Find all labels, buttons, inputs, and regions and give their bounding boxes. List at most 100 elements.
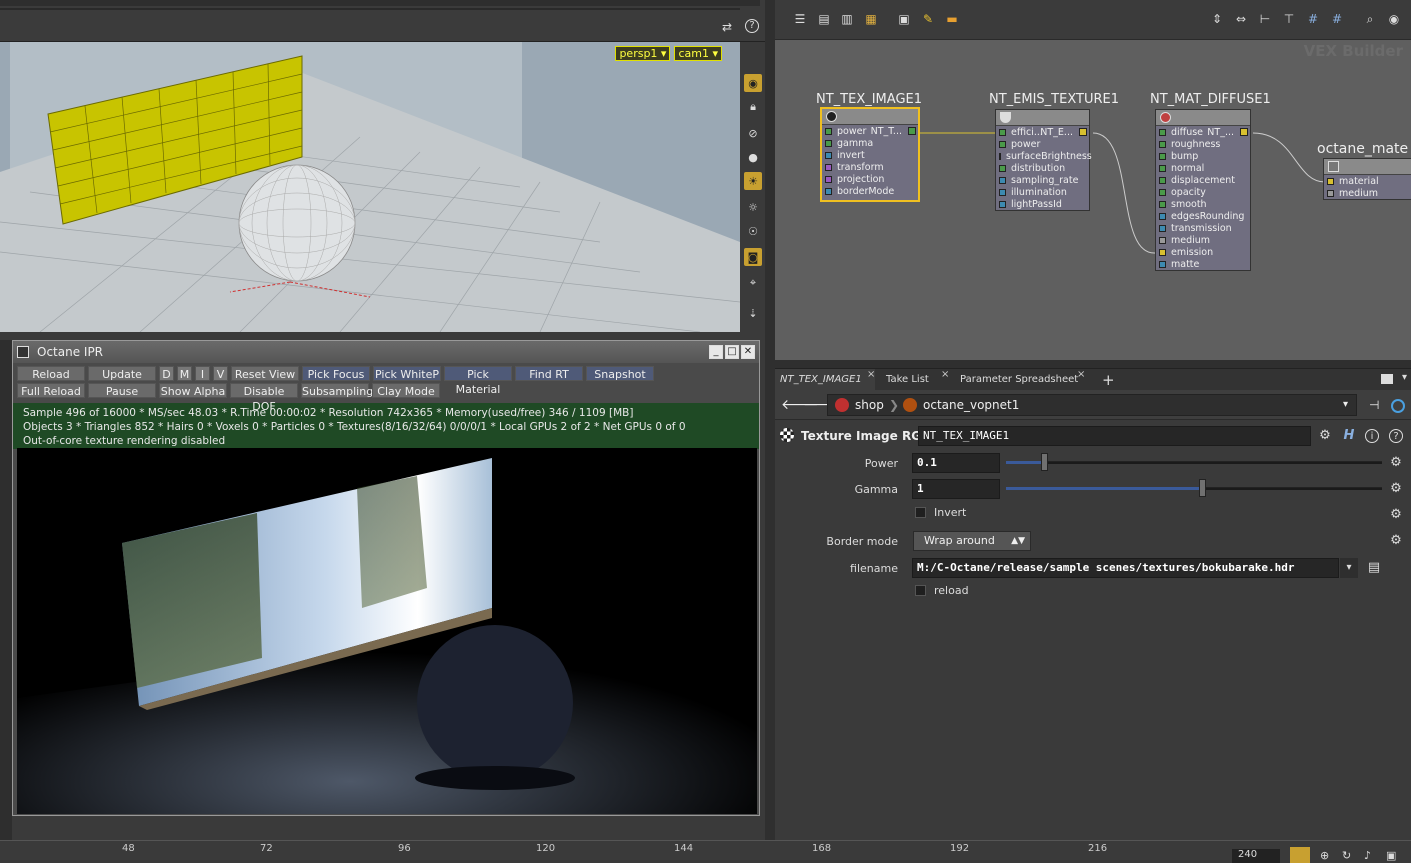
node-port[interactable]: emission	[1156, 246, 1250, 258]
update-button[interactable]: Update	[88, 366, 156, 381]
node-port[interactable]: illumination	[996, 186, 1089, 198]
help-icon[interactable]: ?	[745, 19, 759, 33]
end-frame-field[interactable]: 240	[1232, 849, 1280, 863]
reload-button[interactable]: Reload	[17, 366, 85, 381]
realtime-icon[interactable]: ⊕	[1320, 849, 1329, 862]
node-port[interactable]: lightPassId	[996, 198, 1089, 210]
sticky-note-icon[interactable]: ✎	[921, 12, 935, 26]
node-port[interactable]: projection	[822, 173, 918, 185]
clay-mode-button[interactable]: Clay Mode	[372, 383, 440, 398]
lighting-icon[interactable]: ☉	[744, 222, 762, 240]
loop-icon[interactable]: ↻	[1342, 849, 1351, 862]
link-icon[interactable]	[1391, 399, 1405, 413]
node-octane-material[interactable]: material medium	[1323, 158, 1411, 200]
node-port[interactable]: roughness	[1156, 138, 1250, 150]
tab-parameter-spreadsheet[interactable]: Parameter Spreadsheet	[955, 369, 1085, 391]
gamma-slider-knob[interactable]	[1199, 479, 1206, 497]
ipr-titlebar[interactable]: Octane IPR _ □ ✕	[13, 341, 759, 363]
pause-button[interactable]: Pause	[88, 383, 156, 398]
pin-pane-icon[interactable]: ⊣	[1369, 395, 1379, 415]
grid-icon[interactable]: #	[1306, 12, 1320, 26]
reload-checkbox[interactable]	[915, 585, 926, 596]
node-port[interactable]: borderMode	[822, 185, 918, 197]
headlight-icon[interactable]: ☼	[744, 198, 762, 216]
power-slider-knob[interactable]	[1041, 453, 1048, 471]
filename-dropdown-icon[interactable]: ▾	[1340, 558, 1358, 578]
visibility-icon[interactable]: ◉	[744, 74, 762, 92]
pane-dropdown-icon[interactable]: ▾	[1402, 372, 1407, 383]
node-port[interactable]: material	[1324, 175, 1411, 187]
scene-viewport[interactable]: persp1 ▾ cam1 ▾	[0, 42, 740, 332]
settings-icon[interactable]: ▣	[1386, 849, 1396, 862]
pick-material-button[interactable]: Pick Material	[444, 366, 512, 396]
close-tab-icon[interactable]: ×	[1077, 369, 1085, 380]
key-icon[interactable]	[1290, 847, 1310, 863]
node-port[interactable]: transform	[822, 161, 918, 173]
output-pin[interactable]	[1079, 128, 1087, 136]
close-button[interactable]: ✕	[741, 345, 755, 359]
layout-horizontal-icon[interactable]: ⇔	[1234, 12, 1248, 26]
add-tab-icon[interactable]: +	[1097, 369, 1115, 391]
shading-icon[interactable]: ●	[744, 148, 762, 166]
lock-icon[interactable]: 🔒︎	[744, 98, 762, 116]
pin-icon[interactable]: ⊘	[744, 124, 762, 142]
snapshot-button[interactable]: Snapshot	[586, 366, 654, 381]
node-mat-diffuse[interactable]: diffuse NT_... roughness bump normal disp…	[1155, 109, 1251, 271]
display-options-icon[interactable]: ⇄	[722, 20, 732, 34]
v-button[interactable]: V	[213, 366, 228, 381]
node-port[interactable]: medium	[1324, 187, 1411, 199]
gear-icon[interactable]: ⚙	[1318, 429, 1332, 443]
node-port[interactable]: invert	[822, 149, 918, 161]
node-port[interactable]: matte	[1156, 258, 1250, 270]
details-view-icon[interactable]: ▥	[840, 12, 854, 26]
node-port[interactable]: effici... NT_E...	[996, 126, 1089, 138]
info-icon[interactable]: i	[1365, 429, 1379, 443]
view-icon[interactable]: ◉	[1387, 12, 1401, 26]
subnet-icon[interactable]: ▬	[945, 12, 959, 26]
align-top-icon[interactable]: ⊤	[1282, 12, 1296, 26]
node-port[interactable]: normal	[1156, 162, 1250, 174]
output-pin[interactable]	[908, 127, 916, 135]
power-slider-track[interactable]	[1006, 461, 1382, 464]
cam-menu[interactable]: cam1 ▾	[674, 46, 722, 61]
help-script-icon[interactable]: H	[1342, 429, 1356, 443]
camera-icon[interactable]: ◙	[744, 248, 762, 266]
show-alpha-button[interactable]: Show Alpha	[159, 383, 227, 398]
maximize-button[interactable]: □	[725, 345, 739, 359]
gear-icon[interactable]: ⚙	[1389, 482, 1403, 496]
node-port[interactable]: bump	[1156, 150, 1250, 162]
border-mode-select[interactable]: Wrap around ▲▼	[913, 531, 1031, 551]
full-reload-button[interactable]: Full Reload	[17, 383, 85, 398]
invert-checkbox[interactable]	[915, 507, 926, 518]
node-port[interactable]: power NT_T...	[822, 125, 918, 137]
node-port[interactable]: opacity	[1156, 186, 1250, 198]
more-icon[interactable]: ⇣	[744, 304, 762, 322]
snap-grid-icon[interactable]: #	[1330, 12, 1344, 26]
node-port[interactable]: power	[996, 138, 1089, 150]
node-tex-image[interactable]: power NT_T... gamma invert transform proj…	[820, 107, 920, 202]
node-name-field[interactable]: NT_TEX_IMAGE1	[918, 426, 1311, 446]
node-port[interactable]: diffuse NT_...	[1156, 126, 1250, 138]
persp-menu[interactable]: persp1 ▾	[615, 46, 671, 61]
pick-whitepoint-button[interactable]: Pick WhiteP	[373, 366, 441, 381]
reset-view-button[interactable]: Reset View	[231, 366, 299, 381]
file-browse-icon[interactable]: ▤	[1367, 561, 1381, 575]
pick-focus-button[interactable]: Pick Focus	[302, 366, 370, 381]
m-button[interactable]: M	[177, 366, 192, 381]
color-palette-icon[interactable]: ▦	[864, 12, 878, 26]
render-output[interactable]	[17, 448, 757, 814]
node-port[interactable]: distribution	[996, 162, 1089, 174]
minimize-button[interactable]: _	[709, 345, 723, 359]
path-dropdown-icon[interactable]: ▾	[1343, 395, 1348, 415]
path-segment-shop[interactable]: shop	[855, 395, 884, 415]
node-port[interactable]: smooth	[1156, 198, 1250, 210]
align-left-icon[interactable]: ⊢	[1258, 12, 1272, 26]
pane-splitter[interactable]	[765, 0, 775, 840]
node-port[interactable]: sampling_rate	[996, 174, 1089, 186]
node-port[interactable]: gamma	[822, 137, 918, 149]
gear-icon[interactable]: ⚙	[1389, 456, 1403, 470]
node-port[interactable]: edgesRounding	[1156, 210, 1250, 222]
subsampling-button[interactable]: Subsampling	[301, 383, 373, 398]
close-tab-icon[interactable]: ×	[867, 369, 875, 380]
close-tab-icon[interactable]: ×	[941, 369, 949, 380]
